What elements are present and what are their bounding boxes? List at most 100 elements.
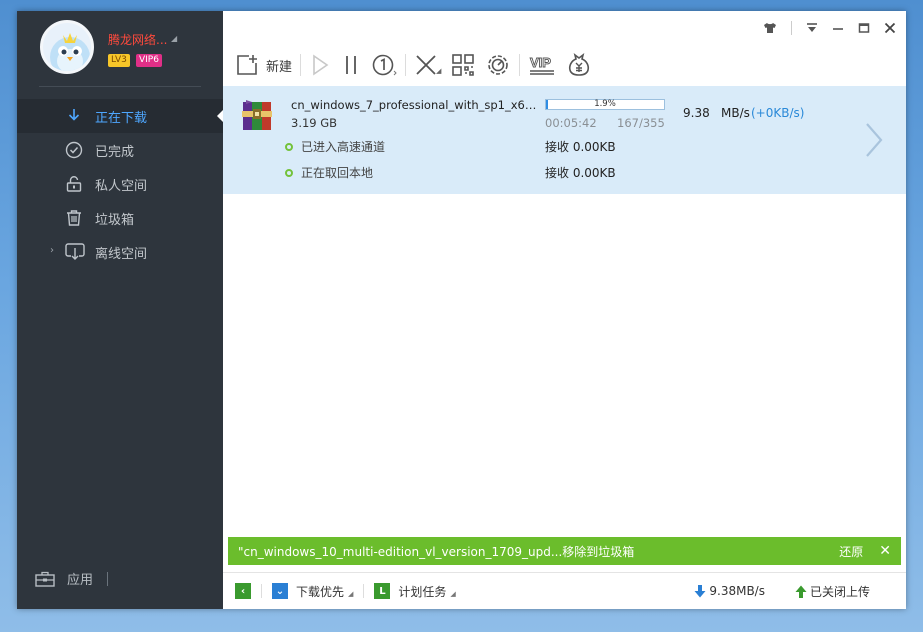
high-speed-channel-label: 已进入高速通道 — [301, 140, 386, 154]
unlock-icon — [66, 176, 82, 192]
qrcode-icon — [452, 54, 475, 76]
close-icon[interactable] — [884, 22, 896, 34]
fetch-local-label: 正在取回本地 — [301, 166, 374, 180]
progress-bar: 1.9% — [545, 99, 665, 110]
file-name: cn_windows_7_professional_with_sp1_x64_d… — [291, 98, 539, 112]
speed-optimize-button[interactable] — [485, 52, 511, 78]
priority-dropdown-icon[interactable]: ◢ — [348, 590, 353, 598]
sidebar-item-offline-space[interactable]: › 离线空间 — [17, 235, 223, 269]
notification-message: "cn_windows_10_multi-edition_vl_version_… — [238, 544, 635, 559]
download-speed-value: 9.38 — [683, 106, 710, 120]
trash-icon — [67, 210, 81, 226]
toolbox-icon — [35, 571, 55, 587]
new-file-icon — [237, 55, 257, 75]
restore-button[interactable]: 还原 — [839, 543, 863, 560]
new-task-button[interactable]: 新建 — [235, 53, 292, 77]
sidebar-item-label: 垃圾箱 — [95, 212, 135, 228]
app-window: 腾龙网络... ◢ LV3 VIP6 正在下载 已完成 私人空间 垃圾箱 › 离… — [17, 11, 906, 609]
money-bag-icon — [569, 53, 590, 76]
play-icon — [313, 54, 329, 76]
task-row[interactable]: cn_windows_7_professional_with_sp1_x64_d… — [223, 86, 906, 194]
bird-avatar-icon — [50, 33, 90, 71]
pause-button[interactable] — [341, 53, 361, 77]
sidebar-item-trash[interactable]: 垃圾箱 — [17, 201, 223, 235]
new-task-label: 新建 — [266, 59, 293, 75]
gear-speed-icon — [488, 55, 509, 75]
sidebar-item-label: 已完成 — [95, 144, 135, 160]
download-priority-button[interactable]: ⌄ 下载优先 ◢ — [272, 583, 353, 600]
vip-badge: VIP6 — [136, 54, 162, 67]
sidebar-item-label: 正在下载 — [95, 110, 148, 126]
level-badge: LV3 — [108, 54, 130, 67]
progress-percent: 1.9% — [594, 99, 616, 109]
delete-x-icon — [416, 55, 436, 75]
download-arrow-icon — [68, 109, 80, 121]
single-task-icon — [372, 54, 397, 76]
schedule-dropdown-icon[interactable]: ◢ — [450, 590, 455, 598]
file-size: 3.19 GB — [291, 116, 338, 130]
check-circle-icon — [65, 141, 83, 159]
scheduled-tasks-button[interactable]: L 计划任务 ◢ — [374, 583, 456, 600]
sidebar-item-label: 私人空间 — [95, 178, 148, 194]
scheduled-tasks-label: 计划任务 — [398, 584, 447, 599]
sidebar-nav: 正在下载 已完成 私人空间 垃圾箱 › 离线空间 — [17, 99, 223, 269]
vip-button[interactable]: VIP — [528, 53, 556, 77]
start-button[interactable] — [309, 53, 331, 77]
apps-label: 应用 — [67, 573, 94, 588]
toolbar-divider — [300, 54, 302, 76]
vip-icon: VIP — [530, 55, 555, 75]
elapsed-time: 00:05:42 — [545, 116, 597, 130]
pieces-count: 167/355 — [617, 116, 665, 130]
notification-bar: "cn_windows_10_multi-edition_vl_version_… — [228, 537, 901, 565]
arrow-left-icon: ‹ — [235, 583, 251, 599]
download-priority-icon: ⌄ — [272, 583, 288, 599]
status-divider — [261, 584, 262, 598]
schedule-icon: L — [374, 583, 391, 599]
upload-arrow-icon — [795, 585, 807, 598]
chevron-right-icon[interactable] — [863, 122, 885, 158]
status-divider — [363, 584, 365, 598]
total-download-speed-value: 9.38MB/s — [709, 584, 765, 598]
single-task-mode-button[interactable] — [371, 53, 397, 77]
expand-chevron-icon[interactable]: › — [50, 245, 54, 256]
delete-button[interactable]: ◢ — [414, 53, 441, 77]
minimize-icon[interactable] — [832, 22, 844, 34]
sidebar-item-label: 离线空间 — [95, 246, 148, 262]
download-speed-unit: MB/s — [721, 106, 750, 120]
upload-status: 已关闭上传 — [809, 584, 870, 599]
toolbar-divider — [405, 54, 407, 76]
apps-divider — [107, 571, 109, 586]
maximize-icon[interactable] — [858, 22, 870, 34]
apps-button[interactable]: 应用 — [35, 569, 109, 588]
sidebar-item-private-space[interactable]: 私人空间 — [17, 167, 223, 201]
user-menu-arrow-icon[interactable]: ◢ — [171, 34, 177, 43]
sidebar: 腾龙网络... ◢ LV3 VIP6 正在下载 已完成 私人空间 垃圾箱 › 离… — [17, 11, 223, 609]
delete-dropdown-icon[interactable]: ◢ — [436, 67, 441, 75]
notification-close-icon[interactable]: ✕ — [879, 543, 891, 559]
pause-icon — [346, 56, 356, 74]
fetch-local-received: 接收 0.00KB — [545, 166, 616, 180]
skin-shirt-icon[interactable] — [763, 22, 777, 34]
vip-icon-text: VIP — [530, 55, 551, 70]
sidebar-item-downloading[interactable]: 正在下载 — [17, 99, 223, 133]
window-controls-divider — [791, 21, 792, 35]
status-bar: ‹ ⌄ 下载优先 ◢ L 计划任务 ◢ 9.38MB/s 已关闭上传 — [223, 572, 906, 609]
username[interactable]: 腾龙网络... — [108, 31, 167, 48]
fetch-local-status: 正在取回本地 — [285, 164, 373, 181]
status-dot-icon — [285, 168, 293, 177]
status-dot-icon — [285, 142, 293, 151]
speed-boost: (+0KB/s) — [751, 106, 805, 120]
qrcode-button[interactable] — [451, 53, 475, 77]
high-speed-channel-received: 接收 0.00KB — [545, 140, 616, 154]
upload-toggle-button[interactable]: 已关闭上传 — [795, 583, 870, 600]
avatar[interactable] — [40, 20, 94, 74]
winrar-archive-icon — [242, 100, 272, 130]
main-menu-icon[interactable] — [806, 22, 818, 34]
sidebar-divider — [39, 86, 201, 87]
download-speed-arrow-icon — [694, 584, 706, 597]
window-controls — [763, 21, 896, 35]
sidebar-item-completed[interactable]: 已完成 — [17, 133, 223, 167]
collapse-panel-button[interactable]: ‹ — [235, 583, 251, 599]
money-bag-button[interactable] — [566, 52, 592, 78]
offline-download-icon — [65, 243, 85, 260]
